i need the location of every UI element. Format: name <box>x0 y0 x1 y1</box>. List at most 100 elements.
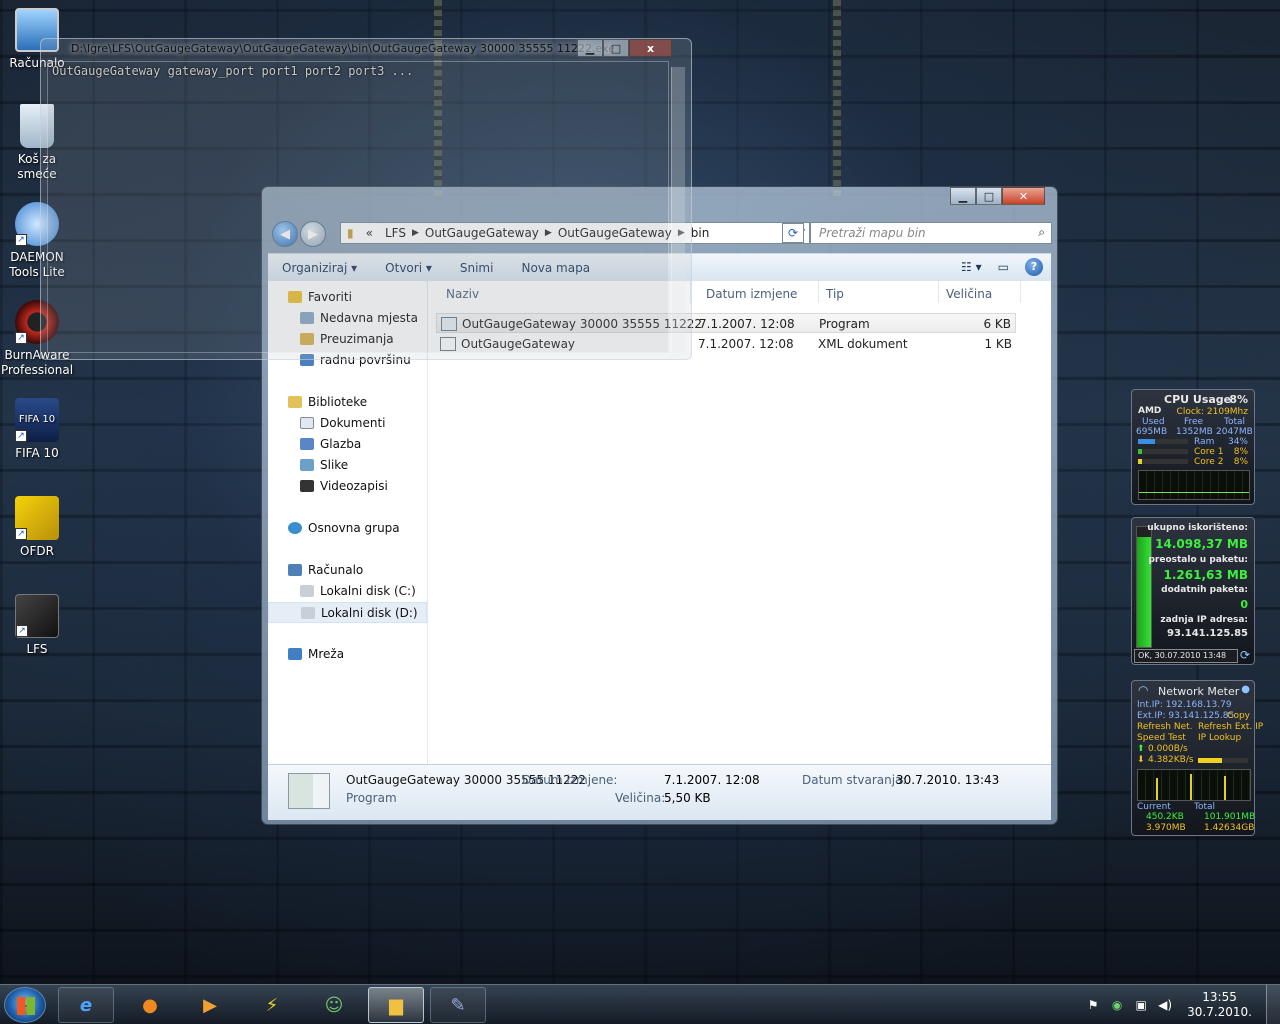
network-meter-gadget[interactable]: ◠ Network Meter ● Int.IP: 192.168.13.79 … <box>1131 680 1263 836</box>
nav-homegroup[interactable]: Osnovna grupa <box>268 518 427 539</box>
wallpaper-chain-right <box>833 0 841 200</box>
nav-network[interactable]: Mreža <box>268 644 427 665</box>
console-scrollbar[interactable] <box>671 67 685 353</box>
nav-videos[interactable]: Videozapisi <box>268 476 427 497</box>
lfs-icon: ↗ <box>15 594 59 638</box>
console-output: OutGaugeGateway gateway_port port1 port2… <box>52 64 414 78</box>
desktop-icon-fifa10[interactable]: FIFA 10 ↗ FIFA 10 <box>0 398 74 461</box>
view-controls: ☷ ▾ ▭ ? <box>961 258 1043 276</box>
ip-lookup-link[interactable]: IP Lookup <box>1198 733 1241 743</box>
drive-icon <box>301 607 315 619</box>
windows-logo-icon <box>17 997 35 1015</box>
download-speed-bar <box>1198 758 1248 763</box>
shortcut-arrow-icon: ↗ <box>15 430 27 442</box>
network-graph <box>1137 769 1251 801</box>
minimize-button[interactable]: ▁ <box>577 39 603 57</box>
utorrent-icon[interactable]: ◉ <box>1109 997 1125 1013</box>
shortcut-arrow-icon: ↗ <box>15 332 27 344</box>
start-button[interactable] <box>4 987 46 1023</box>
maximize-button[interactable]: □ <box>603 39 629 57</box>
wifi-icon: ◠ <box>1138 683 1149 697</box>
core1-bar <box>1138 449 1188 454</box>
nav-computer[interactable]: Računalo <box>268 560 427 581</box>
shortcut-arrow-icon: ↗ <box>15 528 27 540</box>
nav-disk-d[interactable]: Lokalni disk (D:) <box>268 602 427 623</box>
volume-icon[interactable]: ◀) <box>1157 997 1173 1013</box>
cpu-graph <box>1138 470 1250 500</box>
search-icon: ⌕ <box>1038 225 1045 239</box>
program-large-icon <box>288 773 330 809</box>
speed-test-link[interactable]: Speed Test <box>1137 733 1186 743</box>
help-icon[interactable]: ? <box>1025 258 1043 276</box>
refresh-ext-ip-link[interactable]: Refresh Ext. IP <box>1198 722 1263 732</box>
desktop-icon-ofdr[interactable]: ↗ OFDR <box>0 496 74 559</box>
desktop-icon-lfs[interactable]: ↗ LFS <box>0 594 74 657</box>
details-modified: 7.1.2007. 12:08 <box>664 773 760 787</box>
network-icon <box>288 648 302 660</box>
taskbar: e ● ▶ ⚡ ☺ ▆ ✎ ⚑ ◉ ▣ ◀) 13:55 30.7.2010. <box>0 984 1280 1024</box>
minimize-button[interactable]: ▁ <box>950 187 976 205</box>
column-date-modified[interactable]: Datum izmjene <box>706 287 797 301</box>
shortcut-arrow-icon: ↗ <box>15 234 27 246</box>
music-icon <box>300 438 314 450</box>
documents-icon <box>300 417 314 429</box>
download-arrow-icon: ⬇ <box>1137 755 1145 765</box>
refresh-net-link[interactable]: Refresh Net. <box>1137 722 1193 732</box>
ofdr-icon: ↗ <box>15 496 59 540</box>
show-desktop-button[interactable] <box>1266 985 1280 1024</box>
winamp-icon[interactable]: ⚡ <box>244 987 300 1023</box>
console-caption-buttons: ▁ □ x <box>577 39 672 57</box>
nav-libraries[interactable]: Biblioteke <box>268 392 427 413</box>
column-type[interactable]: Tip <box>826 287 844 301</box>
shortcut-arrow-icon: ↗ <box>16 625 28 637</box>
clock[interactable]: 13:55 30.7.2010. <box>1187 990 1252 1020</box>
nav-documents[interactable]: Dokumenti <box>268 413 427 434</box>
explorer-icon[interactable]: ▆ <box>368 987 424 1023</box>
preview-pane-icon[interactable]: ▭ <box>998 260 1009 274</box>
traffic-status: OK, 30.07.2010 13:48 <box>1134 649 1238 663</box>
details-kind: Program <box>346 791 397 805</box>
homegroup-icon <box>288 522 302 534</box>
computer-icon <box>288 564 302 576</box>
nav-disk-c[interactable]: Lokalni disk (C:) <box>268 581 427 602</box>
fifa10-icon: FIFA 10 ↗ <box>15 398 59 442</box>
explorer-caption-buttons: ▁ □ ✕ <box>950 187 1045 205</box>
nav-music[interactable]: Glazba <box>268 434 427 455</box>
details-created: 30.7.2010. 13:43 <box>896 773 1000 787</box>
amd-logo-icon: AMD <box>1138 406 1162 416</box>
media-player-icon[interactable]: ▶ <box>182 987 238 1023</box>
refresh-icon: ⟳ <box>787 226 799 240</box>
paint-icon[interactable]: ✎ <box>430 987 486 1023</box>
upload-arrow-icon: ⬆ <box>1137 744 1145 754</box>
globe-icon[interactable]: ● <box>1241 684 1250 695</box>
libraries-icon <box>288 396 302 408</box>
ram-bar <box>1138 439 1188 444</box>
copy-link[interactable]: Copy <box>1227 711 1250 721</box>
core2-bar <box>1138 459 1188 464</box>
details-size: 5,50 KB <box>664 791 711 805</box>
console-output-area[interactable]: OutGaugeGateway gateway_port port1 port2… <box>47 61 669 353</box>
details-pane: OutGaugeGateway 30000 35555 11222 Progra… <box>268 764 1051 820</box>
nav-pictures[interactable]: Slike <box>268 455 427 476</box>
action-center-flag-icon[interactable]: ⚑ <box>1085 997 1101 1013</box>
close-button[interactable]: ✕ <box>1002 187 1045 205</box>
windows-drive-icon <box>300 585 314 597</box>
system-tray: ⚑ ◉ ▣ ◀) 13:55 30.7.2010. <box>1085 985 1280 1024</box>
console-title: D:\Igre\LFS\OutGaugeGateway\OutGaugeGate… <box>71 42 615 55</box>
traffic-gadget[interactable]: ukupno iskorišteno: 14.098,37 MB preosta… <box>1131 517 1255 665</box>
close-button[interactable]: x <box>629 39 672 57</box>
network-icon[interactable]: ▣ <box>1133 997 1149 1013</box>
internet-explorer-icon[interactable]: e <box>58 987 114 1023</box>
column-size[interactable]: Veličina <box>946 287 992 301</box>
maximize-button[interactable]: □ <box>976 187 1002 205</box>
cpu-gadget[interactable]: AMD CPU Usage 8% Clock: 2109Mhz Used Fre… <box>1131 389 1255 505</box>
firefox-icon[interactable]: ● <box>122 987 178 1023</box>
refresh-button[interactable]: ⟳ <box>782 223 804 243</box>
messenger-icon[interactable]: ☺ <box>306 987 362 1023</box>
console-window[interactable]: D:\Igre\LFS\OutGaugeGateway\OutGaugeGate… <box>40 38 692 360</box>
refresh-icon[interactable]: ⟳ <box>1240 648 1250 662</box>
view-options-icon[interactable]: ☷ ▾ <box>961 260 982 274</box>
search-input[interactable]: Pretraži mapu bin ⌕ <box>810 222 1052 244</box>
pictures-icon <box>300 459 314 471</box>
videos-icon <box>300 480 314 492</box>
